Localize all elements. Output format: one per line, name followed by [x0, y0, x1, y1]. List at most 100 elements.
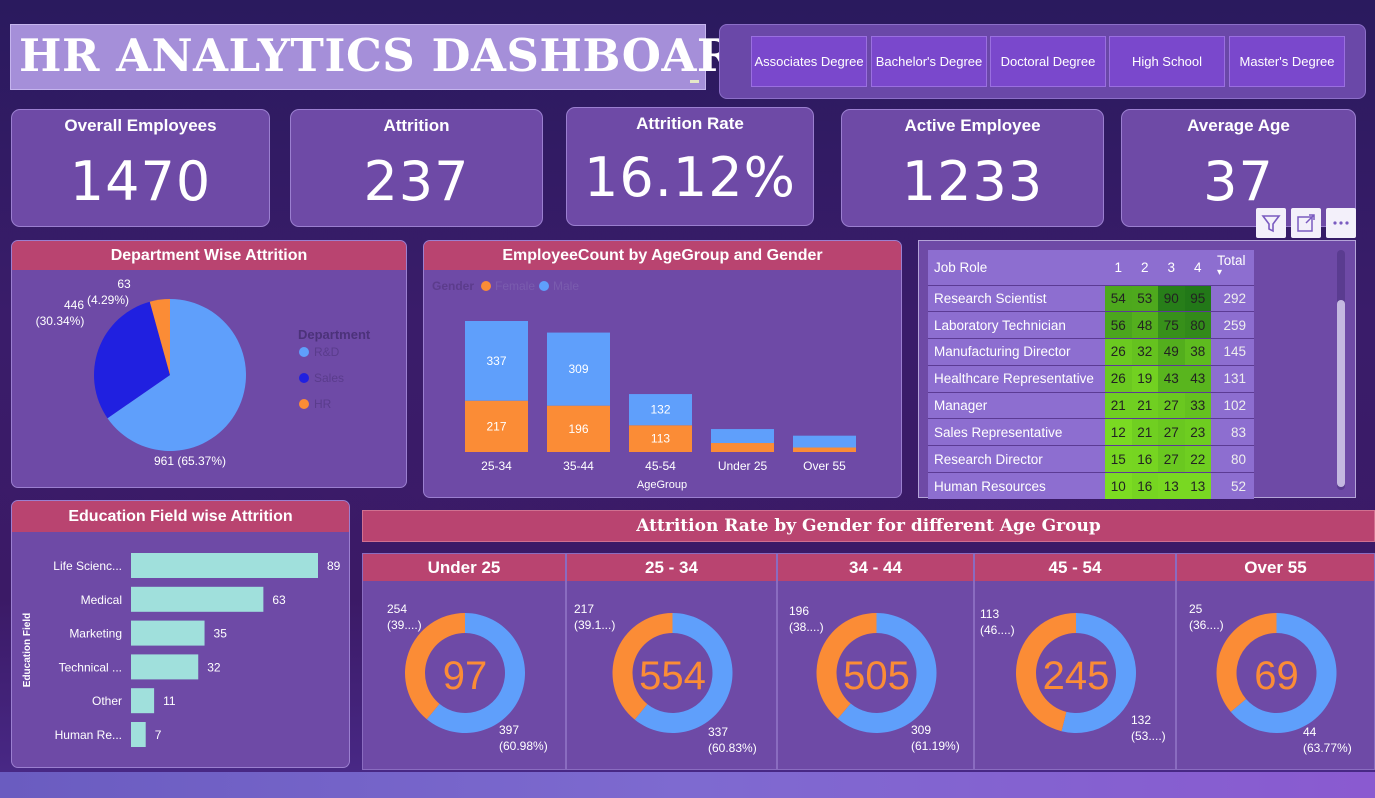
column-header[interactable]: 4 [1184, 250, 1211, 285]
donut-center-total: 505 [843, 654, 910, 698]
donut-card-45-54: 45 - 54 245 113 (46....) 132 (53....) [974, 553, 1176, 770]
donut-card-under-25: Under 25 97 254 (39....) 397 (60.98%) [362, 553, 566, 770]
bar-data-label: 196 [568, 422, 588, 436]
education-axis-title: Education Field [22, 613, 33, 687]
donut-card-34-44: 34 - 44 505 196 (38....) 309 (61.19%) [777, 553, 974, 770]
bar-data-label: 309 [568, 362, 588, 376]
department-legend: R&D Sales HR [299, 345, 344, 411]
kpi-value: 237 [363, 150, 470, 213]
bar-female[interactable] [793, 447, 856, 452]
more-options-icon[interactable] [1326, 208, 1356, 238]
pie-label-sales-value: 446 [64, 298, 84, 312]
column-header[interactable]: 1 [1105, 250, 1132, 285]
rating-cell: 16 [1131, 472, 1158, 500]
education-bar[interactable] [131, 722, 146, 747]
job-role-cell: Healthcare Representative [928, 364, 1105, 393]
education-bar[interactable] [131, 654, 199, 680]
slicer-doctoral-degree[interactable]: Doctoral Degree [990, 36, 1106, 87]
visual-header-icons [1256, 208, 1356, 240]
bar-data-label: 113 [651, 432, 670, 446]
education-category-label: Life Scienc... [53, 559, 122, 573]
education-bar[interactable] [131, 553, 318, 578]
donut-center-total: 97 [443, 654, 488, 698]
rating-cell: 32 [1131, 338, 1158, 366]
bar-data-label: 217 [486, 419, 506, 433]
rating-cell: 53 [1131, 284, 1158, 312]
table-row[interactable]: Manufacturing Director 26 32 49 38 145 [928, 338, 1254, 366]
rating-cell: 49 [1158, 338, 1185, 366]
slicer-associates-degree[interactable]: Associates Degree [751, 36, 867, 87]
kpi-label: Overall Employees [64, 116, 217, 135]
kpi-label: Average Age [1187, 116, 1290, 135]
bar-male[interactable] [711, 429, 774, 444]
bar-female[interactable] [711, 443, 774, 452]
education-value-label: 32 [207, 660, 221, 674]
kpi-overall-employees: Overall Employees 1470 [11, 109, 270, 227]
table-row[interactable]: Manager 21 21 27 33 102 [928, 391, 1254, 419]
filter-icon[interactable] [1256, 208, 1286, 238]
education-bar[interactable] [131, 688, 155, 714]
legend-label: HR [314, 397, 332, 411]
job-role-cell: Laboratory Technician [928, 311, 1105, 339]
education-bar[interactable] [131, 620, 205, 646]
bar-male[interactable] [793, 435, 856, 448]
education-slicer: Associates Degree Bachelor's Degree Doct… [719, 24, 1366, 99]
legend-label: Female [495, 279, 535, 293]
job-role-table: Job Role 1 2 3 4 Total ▾ Research Scientist 54 5… [928, 250, 1254, 500]
kpi-label: Active Employee [904, 116, 1041, 135]
education-value-label: 63 [272, 593, 286, 607]
slicer-high-school[interactable]: High School [1109, 36, 1225, 87]
table-row[interactable]: Research Director 15 16 27 22 80 [928, 445, 1254, 473]
rating-cell: 23 [1184, 418, 1211, 446]
total-cell: 131 [1211, 364, 1254, 393]
male-label: 44 (63.77%) [1303, 725, 1352, 755]
kpi-attrition-rate: Attrition Rate 16.12% [566, 107, 814, 226]
rating-cell: 26 [1105, 338, 1132, 366]
column-header[interactable]: Total ▾ [1211, 250, 1254, 285]
rating-cell: 27 [1158, 445, 1185, 473]
scrollbar-thumb[interactable] [1337, 300, 1345, 487]
title-resize-handle [690, 80, 699, 83]
table-row[interactable]: Healthcare Representative 26 19 43 43 131 [928, 364, 1254, 393]
education-bar[interactable] [131, 586, 264, 612]
pie-label-rd: 961 (65.37%) [154, 454, 226, 468]
focus-mode-icon[interactable] [1291, 208, 1321, 238]
legend-label: R&D [314, 345, 340, 359]
bar-data-label: 337 [486, 354, 506, 368]
table-row[interactable]: Laboratory Technician 56 48 75 80 259 [928, 311, 1254, 339]
donut-center-total: 69 [1254, 654, 1299, 698]
education-value-label: 89 [327, 559, 341, 573]
donut-header: 34 - 44 [778, 554, 973, 581]
sort-icon[interactable]: ▾ [1217, 267, 1248, 279]
rating-cell: 27 [1158, 418, 1185, 446]
male-label: 337 (60.83%) [708, 725, 757, 755]
donut-header: Over 55 [1177, 554, 1374, 581]
table-row[interactable]: Research Scientist 54 53 90 95 292 [928, 284, 1254, 312]
x-tick-label: 45-54 [645, 459, 676, 473]
age-gender-title: EmployeeCount by AgeGroup and Gender [424, 241, 901, 270]
slicer-masters-degree[interactable]: Master's Degree [1229, 36, 1345, 87]
legend-marker [299, 399, 309, 409]
pie-label-hr-pct: (4.29%) [87, 293, 129, 307]
donut-center-total: 245 [1043, 654, 1110, 698]
job-role-cell: Human Resources [928, 472, 1105, 500]
table-row[interactable]: Human Resources 10 16 13 13 52 [928, 472, 1254, 500]
column-header[interactable]: 3 [1158, 250, 1185, 285]
legend-marker [299, 347, 309, 357]
job-role-cell: Manufacturing Director [928, 338, 1105, 366]
kpi-attrition: Attrition 237 [290, 109, 543, 227]
rating-cell: 10 [1105, 472, 1132, 500]
donut-center-total: 554 [639, 654, 706, 698]
slicer-bachelors-degree[interactable]: Bachelor's Degree [871, 36, 987, 87]
table-scrollbar[interactable] [1337, 250, 1345, 490]
job-role-cell: Research Scientist [928, 284, 1105, 312]
donut-card-over-55: Over 55 69 25 (36....) 44 (63.77%) [1176, 553, 1375, 770]
female-label: 113 (46....) [980, 607, 1015, 637]
pie-label-hr-value: 63 [117, 277, 131, 291]
total-cell: 292 [1211, 284, 1254, 312]
column-header[interactable]: 2 [1131, 250, 1158, 285]
kpi-value: 16.12% [584, 146, 796, 209]
education-category-label: Technical ... [59, 660, 122, 674]
table-row[interactable]: Sales Representative 12 21 27 23 83 [928, 418, 1254, 446]
column-header[interactable]: Job Role [928, 250, 1105, 285]
